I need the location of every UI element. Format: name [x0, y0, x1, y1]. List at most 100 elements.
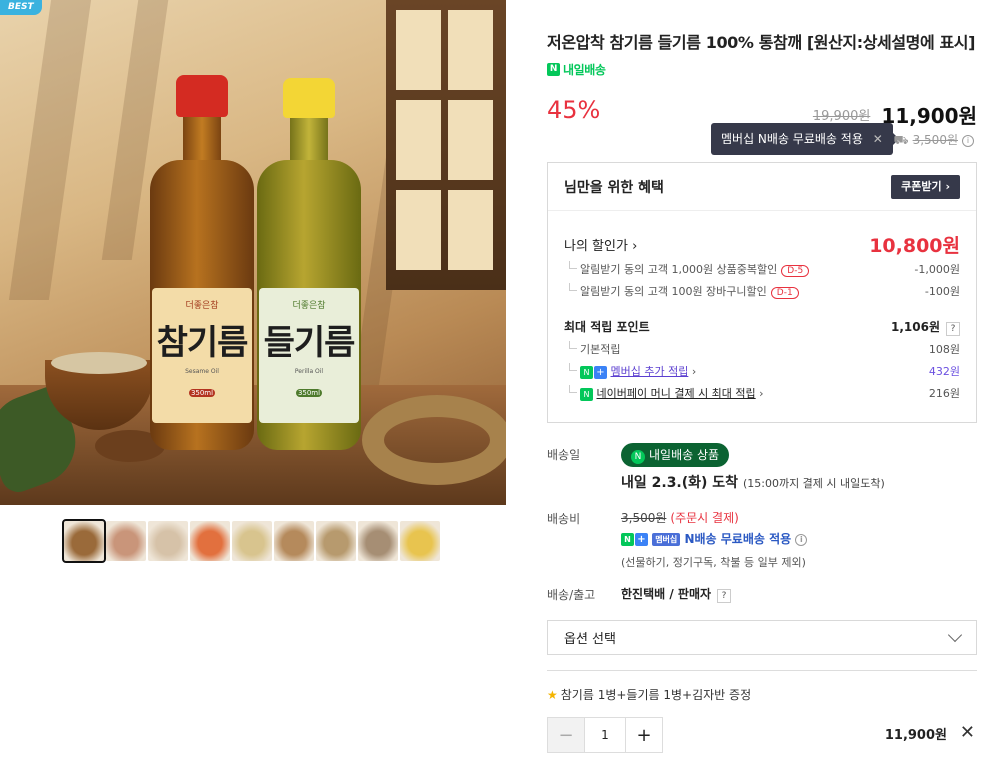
quantity-value[interactable]: 1 — [584, 718, 626, 752]
shipping-exception: (선물하기, 정기구독, 착불 등 일부 제외) — [621, 556, 806, 569]
info-icon[interactable]: i — [962, 134, 974, 147]
shipping-fee: 3,500원 (주문시 결제) — [621, 509, 739, 526]
points-sub-row: N 네이버페이 머니 결제 시 최대 적립 › 216원 — [564, 385, 960, 401]
thumbnail-image[interactable] — [316, 521, 356, 561]
max-points-value: 1,106원 — [891, 320, 940, 334]
help-icon[interactable]: ? — [946, 322, 960, 336]
sub-value: -100원 — [924, 285, 960, 298]
info-icon[interactable]: i — [795, 533, 808, 546]
courier-text: 한진택배 / 판매자 — [621, 587, 712, 601]
points-sub-row: 기본적립 108원 — [564, 341, 960, 357]
my-discount-row[interactable]: 나의 할인가 › 10,800원 — [564, 231, 960, 258]
label-sub: Sesame Oil — [185, 368, 219, 375]
delivery-date-label: 배송일 — [547, 448, 581, 462]
d-day-tag: D-1 — [770, 287, 799, 299]
coupon-button-label: 쿠폰받기 — [901, 179, 942, 193]
thumbnail-image[interactable] — [358, 521, 398, 561]
member-points-label: N + 멤버십 추가 적립 › — [564, 363, 696, 379]
benefit-box: 님만을 위한 혜택 쿠폰받기 › 나의 할인가 › 10,800원 알림받기 동… — [547, 162, 977, 423]
product-page: 더좋은참 참기름 Sesame Oil 350ml 더좋은참 들기름 Peril… — [0, 0, 984, 758]
npay-points-label: N 네이버페이 머니 결제 시 최대 적립 › — [564, 385, 764, 401]
thumbnail-image[interactable] — [190, 521, 230, 561]
arrival-note: (15:00까지 결제 시 내일도착) — [742, 477, 885, 490]
product-title-text: 저온압착 참기름 들기름 100% 통참깨 [원산지:상세설명에 표시] — [547, 33, 976, 52]
thumbnail-image[interactable] — [274, 521, 314, 561]
decrease-button[interactable]: − — [548, 718, 584, 752]
d-day-tag: D-5 — [781, 265, 810, 277]
max-points-value-wrap: 1,106원? — [891, 318, 960, 336]
sesame-oil-label: 더좋은참 참기름 Sesame Oil 350ml — [152, 288, 252, 423]
option-select[interactable]: 옵션 선택 — [547, 620, 977, 655]
shipping-fee-summary: ⛟ 3,500원 i — [893, 131, 974, 149]
naver-n-icon: N — [631, 450, 645, 464]
tooltip-text: 멤버십 N배송 무료배송 적용 — [721, 132, 863, 146]
discount-sub-row: 알림받기 동의 고객 100원 장바구니할인 D-1 -100원 — [564, 283, 960, 299]
truck-icon: ⛟ — [893, 133, 909, 147]
sub-label-text: 알림받기 동의 고객 100원 장바구니할인 — [580, 285, 767, 298]
my-discount-value: 10,800원 — [869, 235, 960, 257]
member-points-link[interactable]: 멤버십 추가 적립 — [611, 365, 689, 378]
my-discount-label: 나의 할인가 › — [564, 235, 637, 254]
plus-icon: + — [635, 533, 648, 546]
plus-icon: + — [594, 365, 607, 379]
thumbnail-image[interactable] — [62, 519, 106, 563]
membership-free-shipping: N + 멤버십 N배송 무료배송 적용 i — [621, 530, 808, 547]
thumbnail-image[interactable] — [106, 521, 146, 561]
shipping-fee-label: 배송비 — [547, 512, 581, 526]
shipping-fee-original: 3,500원 — [621, 511, 667, 525]
arrival-date: 내일 2.3.(화) 도착 — [621, 475, 739, 491]
base-points-label: 기본적립 — [564, 341, 620, 357]
sub-label: 알림받기 동의 고객 1,000원 상품중복할인 D-5 — [564, 261, 810, 277]
thumbnail-image[interactable] — [400, 521, 440, 561]
label-sub: Perilla Oil — [294, 368, 324, 375]
my-discount-label-text: 나의 할인가 — [564, 239, 628, 254]
max-points-label: 최대 적립 포인트 — [564, 320, 650, 334]
window-frame — [386, 0, 506, 290]
sale-price: 11,900원 — [881, 104, 977, 128]
chevron-down-icon — [947, 627, 963, 642]
shipping-fee-strike: 3,500원 — [912, 133, 958, 147]
npay-points-link[interactable]: 네이버페이 머니 결제 시 최대 적립 — [597, 387, 756, 400]
original-price: 19,900원 — [812, 109, 871, 124]
badge-text: 내일배송 상품 — [649, 448, 720, 462]
label-volume: 350ml — [296, 389, 322, 397]
npay-points-value: 216원 — [928, 387, 960, 400]
sub-label: 알림받기 동의 고객 100원 장바구니할인 D-1 — [564, 283, 799, 299]
label-name: 참기름 — [156, 323, 249, 363]
naver-n-icon: N — [547, 63, 560, 76]
discount-sub-row: 알림받기 동의 고객 1,000원 상품중복할인 D-5 -1,000원 — [564, 261, 960, 277]
quantity-stepper: − 1 + — [547, 717, 663, 753]
shipping-fee-note: (주문시 결제) — [670, 511, 739, 525]
star-icon: ★ — [547, 688, 558, 702]
coupon-button[interactable]: 쿠폰받기 › — [891, 174, 960, 199]
thumbnail-strip — [62, 519, 440, 563]
help-icon[interactable]: ? — [717, 589, 732, 603]
membership-tag: 멤버십 — [652, 533, 681, 546]
label-brand: 더좋은참 — [292, 301, 326, 311]
benefit-header: 님만을 위한 혜택 쿠폰받기 › — [548, 163, 976, 211]
remove-item-icon[interactable]: ✕ — [960, 722, 975, 743]
increase-button[interactable]: + — [626, 718, 662, 752]
membership-tooltip: 멤버십 N배송 무료배송 적용 ✕ — [711, 123, 899, 155]
membership-text: N배송 무료배송 적용 — [684, 532, 792, 546]
member-points-value: 432원 — [928, 365, 960, 378]
total-price: 11,900원 — [884, 728, 947, 743]
tomorrow-delivery-text: 내일배송 — [563, 62, 606, 77]
thumbnail-image[interactable] — [148, 521, 188, 561]
chevron-right-icon: › — [632, 239, 638, 254]
label-brand: 더좋은참 — [185, 301, 219, 311]
max-points-row: 최대 적립 포인트 1,106원? — [564, 318, 960, 336]
divider — [547, 670, 977, 671]
gift-info: ★ 참기름 1병+들기름 1병+김자반 증정 — [547, 686, 751, 703]
discount-rate: 45% — [547, 96, 601, 124]
points-sub-row: N + 멤버십 추가 적립 › 432원 — [564, 363, 960, 379]
thumbnail-image[interactable] — [232, 521, 272, 561]
perilla-oil-label: 더좋은참 들기름 Perilla Oil 350ml — [259, 288, 359, 423]
sub-label-text: 알림받기 동의 고객 1,000원 상품중복할인 — [580, 263, 778, 276]
product-title: 저온압착 참기름 들기름 100% 통참깨 [원산지:상세설명에 표시] N 내… — [547, 30, 977, 83]
yellow-cap — [283, 78, 335, 118]
tooltip-close-icon[interactable]: ✕ — [873, 132, 883, 146]
chevron-right-icon: › — [945, 179, 950, 193]
naver-n-icon: N — [621, 533, 634, 546]
chevron-right-icon: › — [691, 365, 697, 378]
